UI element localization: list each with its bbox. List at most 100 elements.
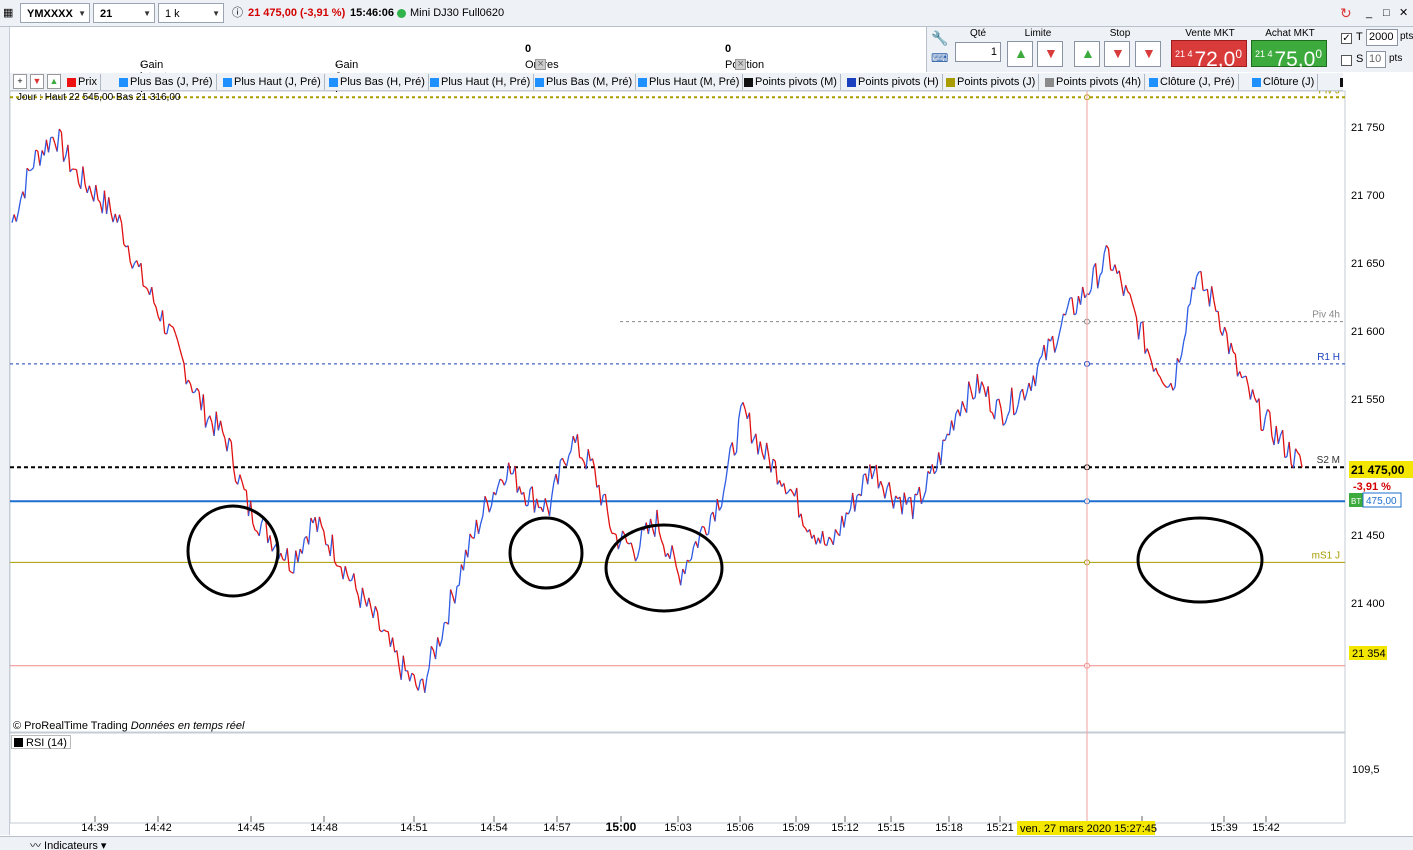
limit-buy-button[interactable]: ▲ (1007, 41, 1033, 67)
color-swatch-icon (1149, 78, 1158, 87)
x-tick-label: 15:42 (1252, 822, 1280, 834)
price-segment (338, 565, 342, 568)
y-tick-label: 21 750 (1351, 122, 1385, 134)
stop-label: Stop (1109, 28, 1131, 39)
buy-market-button[interactable]: 21 4 75,00 (1251, 40, 1327, 71)
y-tick-label: 21 550 (1351, 394, 1385, 406)
indicator-tab-label: Plus Bas (J, Pré) (130, 76, 213, 88)
price-segment (35, 149, 39, 152)
indicator-tab[interactable]: Plus Haut (J, Pré) (221, 74, 325, 90)
x-tick-label: 14:45 (237, 822, 265, 834)
indicator-tab[interactable]: Plus Bas (H, Pré) (327, 74, 429, 90)
units-select[interactable]: 1 k unités▼ (158, 3, 224, 40)
achat-label: Achat MKT (1265, 28, 1315, 39)
indicator-tab[interactable]: Clôture (J) (1250, 74, 1319, 90)
indicator-tab-label: Clôture (J, Pré) (1160, 76, 1235, 88)
chevron-down-icon: ▼ (212, 9, 220, 18)
close-position-icon[interactable]: × (735, 59, 747, 70)
wrench-icon[interactable]: 🔧 (931, 30, 948, 47)
x-tick-label: 14:54 (480, 822, 508, 834)
s-input[interactable]: 10 (1366, 51, 1386, 68)
indicator-tab[interactable]: Prix (65, 74, 101, 90)
price-segment (1284, 456, 1288, 459)
chart-canvas[interactable]: Piv JPiv 4hR1 HS2 MmS1 J 21 75021 70021 … (0, 0, 1413, 836)
color-swatch-icon (119, 78, 128, 87)
expand-icon[interactable]: + (13, 74, 27, 89)
t-checkbox[interactable]: ✓ (1341, 33, 1352, 44)
stop-sell2-button[interactable]: ▼ (1135, 41, 1161, 67)
indicator-tab[interactable]: Points pivots (J) (944, 74, 1040, 90)
ordres: Ordres : 0× (525, 43, 559, 83)
x-tick-label: 15:39 (1210, 822, 1238, 834)
color-swatch-icon (946, 78, 955, 87)
t-label: T (1356, 31, 1363, 43)
x-tick-label: 14:39 (81, 822, 109, 834)
y-tick-label: 21 400 (1351, 598, 1385, 610)
instrument-name: Mini DJ30 Full0620 (397, 3, 504, 23)
clock-time: 15:46:06 (350, 7, 395, 19)
grid-icon[interactable]: ▦ (3, 3, 17, 23)
x-tick-label: 14:57 (543, 822, 571, 834)
indicator-tab[interactable]: Points pivots (H) (845, 74, 943, 90)
low-tag-text: 21 354 (1352, 648, 1386, 660)
indicator-tab[interactable]: Plus Bas (M, Pré) (533, 74, 637, 90)
t-input[interactable]: 2000 (1366, 29, 1398, 46)
rsi-indicator-label[interactable]: RSI (14) (11, 735, 71, 749)
order-panel: 🔧 ⌨ Qté 1 Limite ▲ ▼ Stop ▲ ▼ ▼ Vente MK… (926, 27, 1413, 72)
close-icon[interactable]: ✕ (1399, 3, 1408, 23)
indicator-tab-label: Plus Haut (H, Pré) (441, 76, 531, 88)
x-tick-label: 15:15 (877, 822, 905, 834)
limite-label: Limite (1024, 28, 1052, 39)
stop-buy-button[interactable]: ▲ (1074, 41, 1100, 67)
price-segment (192, 391, 195, 394)
top-toolbar: ▦ YMXXXX▼ 21 ticks▼ 1 k unités▼ ⓘ 21 475… (0, 0, 1413, 40)
x-tick-label: 14:42 (144, 822, 172, 834)
change-text: -3,91 % (1353, 481, 1391, 493)
indicator-tab[interactable]: Points pivots (M) (742, 74, 841, 90)
x-tick-label: 15:18 (935, 822, 963, 834)
color-swatch-icon (847, 78, 856, 87)
level-label: Piv 4h (1312, 310, 1340, 321)
indicator-tab[interactable]: Plus Haut (M, Pré) (636, 74, 744, 90)
x-tick-label: 15:21 (986, 822, 1014, 834)
indicateurs-button[interactable]: 〰 Indicateurs ▾ (30, 837, 106, 850)
arrow-down-icon[interactable]: ▼ (30, 74, 44, 89)
level-label: R1 H (1317, 352, 1340, 363)
indicator-tab-label: Points pivots (J) (957, 76, 1036, 88)
limit-sell-button[interactable]: ▼ (1037, 41, 1063, 67)
s-checkbox[interactable] (1341, 55, 1352, 66)
x-tick-label: 15:09 (782, 822, 810, 834)
copyright: © ProRealTime Trading Données en temps r… (13, 720, 245, 732)
color-swatch-icon (1252, 78, 1261, 87)
chevron-down-icon: ▼ (78, 9, 86, 18)
vente-label: Vente MKT (1185, 28, 1235, 39)
qte-input[interactable]: 1 (955, 42, 1001, 62)
info-icon[interactable]: ⓘ (232, 3, 243, 23)
minimize-icon[interactable]: _ (1366, 3, 1372, 23)
symbol-select[interactable]: YMXXXX ▼ (20, 3, 90, 23)
maximize-icon[interactable]: □ (1383, 3, 1390, 23)
arrow-up-icon[interactable]: ▲ (47, 74, 61, 89)
y-tick-label: 21 700 (1351, 190, 1385, 202)
keyboard-icon[interactable]: ⌨ (931, 51, 948, 65)
bid-text: 475,00 (1366, 496, 1397, 507)
stop-sell-button[interactable]: ▼ (1104, 41, 1130, 67)
indicator-tab[interactable]: Ouvertu (1338, 74, 1343, 90)
x-tick-label: 15:00 (606, 820, 637, 834)
price-segment (349, 579, 352, 582)
indicator-tab[interactable]: Points pivots (4h) (1043, 74, 1145, 90)
price-change: 21 475,00 (-3,91 %) (248, 7, 346, 19)
refresh-icon[interactable]: ↻ (1340, 3, 1352, 23)
day-info: Jour : Haut 22 545,00 Bas 21 316,00 (17, 92, 181, 103)
indicator-tab[interactable]: Clôture (J, Pré) (1147, 74, 1239, 90)
indicator-tab[interactable]: Plus Haut (H, Pré) (428, 74, 535, 90)
sell-market-button[interactable]: 21 4 72,00 (1171, 40, 1247, 71)
y-tick-label: 21 450 (1351, 530, 1385, 542)
rsi-pane (9, 732, 1346, 824)
interval-select[interactable]: 21 ticks▼ (93, 3, 155, 40)
indicator-tab[interactable]: Plus Bas (J, Pré) (117, 74, 217, 90)
indicator-tab-label: Points pivots (M) (755, 76, 837, 88)
price-segment (142, 285, 146, 288)
status-dot-icon (397, 8, 406, 18)
close-orders-icon[interactable]: × (535, 59, 547, 70)
